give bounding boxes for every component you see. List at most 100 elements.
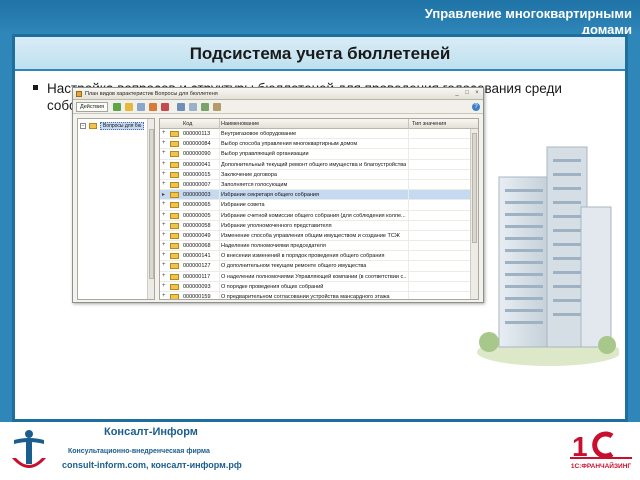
folder-icon xyxy=(170,222,179,229)
table-row[interactable]: +000000065 Избрание совета xyxy=(160,200,472,211)
folder-icon xyxy=(170,253,179,260)
table-row[interactable]: +000000127 О дополнительном текущем ремон… xyxy=(160,261,472,272)
table-row[interactable]: +000000113 Внутригазовое оборудование xyxy=(160,129,472,140)
cell-divider xyxy=(408,200,409,211)
row-marker-icon: + xyxy=(162,180,166,187)
row-marker-icon: + xyxy=(162,160,166,167)
cell-code: 000000049 xyxy=(183,232,211,239)
company-websites[interactable]: consult-inform.com, консалт-информ.рф xyxy=(62,460,272,470)
maximize-icon[interactable]: □ xyxy=(463,90,471,97)
folder-icon xyxy=(170,283,179,290)
cell-code: 000000007 xyxy=(183,181,211,188)
table-row[interactable]: +000000058 Избрание уполномоченного предс… xyxy=(160,220,472,231)
column-header-name[interactable]: Наименование xyxy=(221,121,259,127)
cell-name: Внутригазовое оборудование xyxy=(221,131,297,137)
svg-text:1: 1 xyxy=(572,431,588,460)
cell-code: 000000015 xyxy=(183,171,211,178)
table-row[interactable]: +000000049 Изменение способа управления о… xyxy=(160,230,472,242)
row-marker-icon: + xyxy=(162,170,166,177)
column-header-code[interactable]: Код xyxy=(183,121,192,127)
hierarchy-icon[interactable] xyxy=(189,103,197,111)
cell-code: 000000159 xyxy=(183,294,211,300)
cell-name: Заключение договора xyxy=(221,171,277,178)
cell-name: О дополнительном текущем ремонте общего … xyxy=(221,263,367,270)
grid-header: Код Наименование Тип значения xyxy=(160,119,478,129)
table-row[interactable]: +000000159 О предварительном согласовании… xyxy=(160,292,472,300)
cell-name: О наделении полномочиями Управляющей ком… xyxy=(221,273,406,280)
grid-scrollbar[interactable] xyxy=(470,129,478,299)
cell-divider xyxy=(219,139,220,150)
partner-caption: 1С:ФРАНЧАЙЗИНГ xyxy=(570,463,632,470)
cell-divider xyxy=(408,129,409,139)
table-row[interactable]: +000000084 Выбор способа управления много… xyxy=(160,139,472,150)
grid-rows: +000000113 Внутригазовое оборудование +000… xyxy=(160,129,472,300)
table-row[interactable]: +000000068 Наделение полномочиями председ… xyxy=(160,241,472,252)
cell-code: 000000113 xyxy=(183,131,211,137)
folder-icon xyxy=(170,202,179,209)
folder-icon xyxy=(170,131,179,137)
folder-icon xyxy=(170,273,179,280)
actions-menu-button[interactable]: Действия xyxy=(76,102,109,112)
table-row[interactable]: +000000117 О наделении полномочиями Управ… xyxy=(160,271,472,282)
cell-code: 000000127 xyxy=(183,263,211,270)
copy-icon[interactable] xyxy=(137,103,145,111)
cell-name: Наделение полномочиями председателя xyxy=(221,243,326,250)
table-row[interactable]: +000000090 Выбор управляющей организации xyxy=(160,149,472,160)
delete-icon[interactable] xyxy=(161,103,169,111)
row-marker-icon: + xyxy=(162,140,166,147)
add-folder-icon[interactable] xyxy=(125,103,133,111)
app-window: План видов характеристик Вопросы для бюл… xyxy=(72,87,484,303)
row-marker-icon: + xyxy=(162,272,166,279)
window-titlebar[interactable]: План видов характеристик Вопросы для бюл… xyxy=(73,88,483,100)
filter-icon[interactable] xyxy=(177,103,185,111)
tree-item-label[interactable]: Вопросы для бю xyxy=(100,122,145,130)
grid-scrollbar-thumb[interactable] xyxy=(472,133,477,243)
column-divider[interactable] xyxy=(408,119,409,129)
edit-icon[interactable] xyxy=(149,103,157,111)
column-header-type[interactable]: Тип значения xyxy=(412,121,446,127)
cell-code: 000000005 xyxy=(183,212,211,219)
tree-panel: − Вопросы для бю xyxy=(77,118,155,300)
cell-code: 000000068 xyxy=(183,243,211,250)
cell-divider xyxy=(408,149,409,160)
table-row[interactable]: +000000007 Заполняется голосующим xyxy=(160,179,472,191)
table-row[interactable]: +000000005 Избрание счетной комиссии обще… xyxy=(160,210,472,221)
cell-divider xyxy=(408,281,409,292)
cell-divider xyxy=(408,179,409,190)
folder-icon xyxy=(170,243,179,250)
cell-divider xyxy=(219,129,220,139)
cell-name: О предварительном согласовании устройств… xyxy=(221,294,390,300)
tree-scrollbar-thumb[interactable] xyxy=(149,129,154,279)
add-icon[interactable] xyxy=(113,103,121,111)
close-icon[interactable]: × xyxy=(473,90,481,97)
table-row[interactable]: +000000093 О порядке проведения общих соб… xyxy=(160,281,472,292)
cell-divider xyxy=(408,241,409,252)
row-marker-icon: ▸ xyxy=(162,192,166,199)
column-divider[interactable] xyxy=(219,119,220,129)
folder-icon xyxy=(170,263,179,270)
company-logo-icon xyxy=(12,430,46,468)
app-icon xyxy=(76,91,82,97)
cell-divider xyxy=(408,220,409,231)
cell-name: Избрание секретаря общего собрания xyxy=(221,192,319,199)
table-row[interactable]: +000000141 О внесении изменений в порядок… xyxy=(160,251,472,262)
cell-divider xyxy=(408,190,409,201)
refresh-icon[interactable] xyxy=(201,103,209,111)
cell-divider xyxy=(219,261,220,272)
table-row[interactable]: ▸ 000000003 Избрание секретаря общего собр… xyxy=(160,190,472,201)
help-button[interactable]: ? xyxy=(472,103,480,111)
row-marker-icon: + xyxy=(162,262,166,269)
cell-divider xyxy=(408,230,409,241)
row-marker-icon: + xyxy=(162,282,166,289)
cell-divider xyxy=(219,281,220,292)
row-marker-icon: + xyxy=(162,211,166,218)
cell-code: 000000041 xyxy=(183,161,211,168)
table-row[interactable]: +000000041 Дополнительный текущий ремонт … xyxy=(160,159,472,170)
table-row[interactable]: +000000015 Заключение договора xyxy=(160,169,472,180)
cell-divider xyxy=(219,179,220,190)
find-icon[interactable] xyxy=(213,103,221,111)
expand-icon[interactable]: − xyxy=(80,123,86,129)
cell-code: 000000093 xyxy=(183,283,211,290)
minimize-icon[interactable]: _ xyxy=(453,90,461,97)
tree-scrollbar[interactable] xyxy=(147,119,154,299)
